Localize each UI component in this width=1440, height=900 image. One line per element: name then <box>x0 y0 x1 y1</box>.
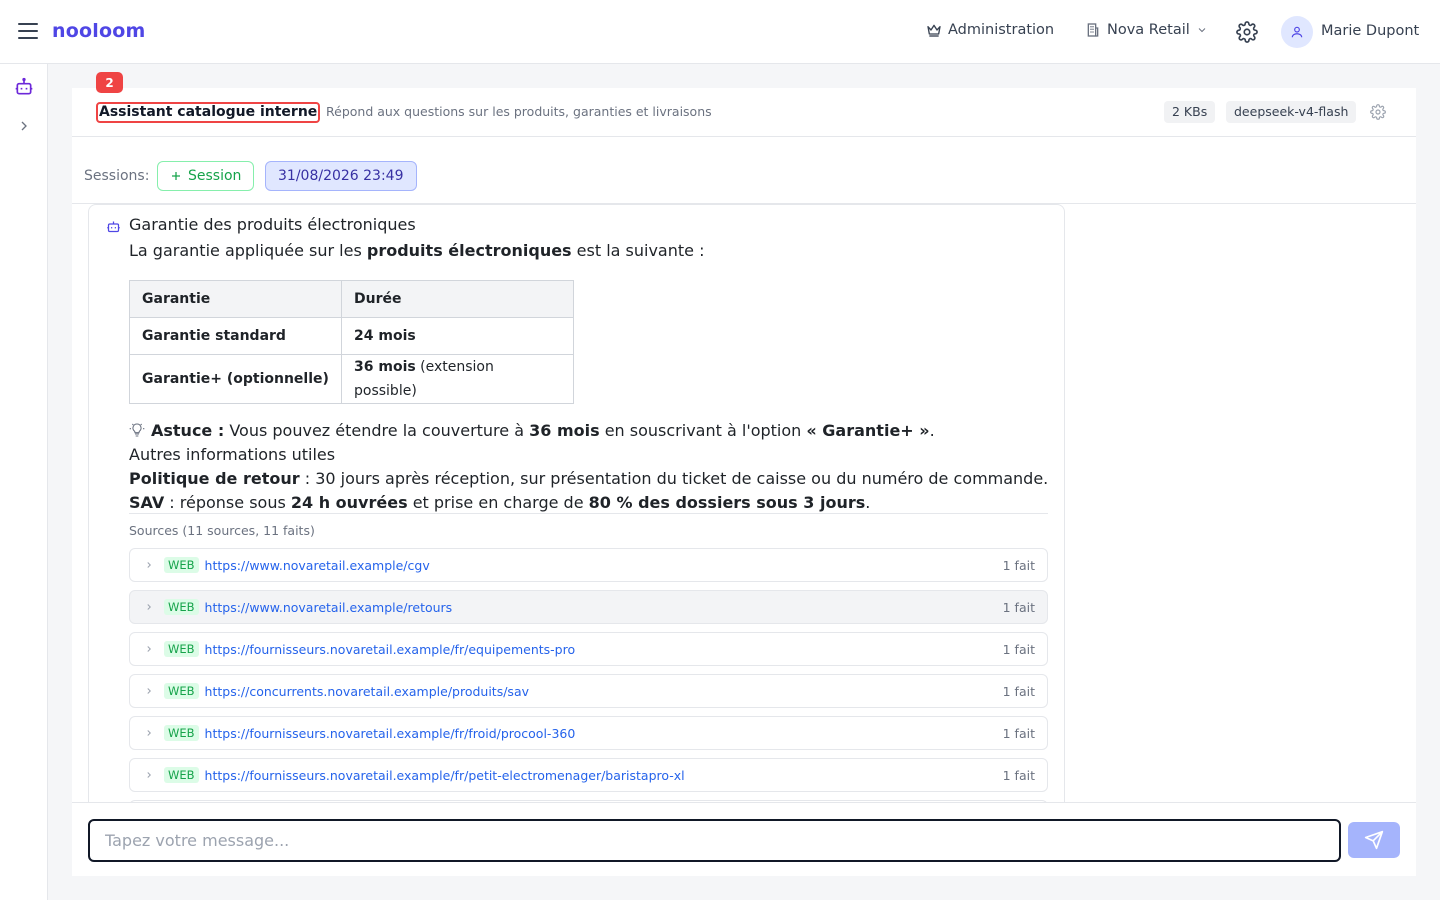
table-cell: 24 mois <box>341 317 574 355</box>
source-fact-count: 1 fait <box>1002 725 1035 741</box>
message-composer <box>72 802 1416 876</box>
agent-title[interactable]: Assistant catalogue interne <box>96 102 321 123</box>
source-fact-count: 1 fait <box>1002 557 1035 573</box>
chevron-right-icon <box>147 604 151 610</box>
notification-badge: 2 <box>96 72 123 93</box>
source-item[interactable]: WEB https://concurrents.novaretail.examp… <box>129 674 1048 708</box>
table-header-row: Garantie Durée <box>129 280 574 318</box>
send-icon <box>1364 830 1384 850</box>
assistant-message: Garantie des produits électroniques La g… <box>88 204 1065 844</box>
crown-icon <box>927 24 941 37</box>
user-icon <box>1291 26 1303 38</box>
chevron-right-icon <box>147 562 151 568</box>
source-fact-count: 1 fait <box>1002 641 1035 657</box>
table-header-cell: Durée <box>341 280 574 318</box>
top-bar: nooloom Administration Nova Retail Marie… <box>0 0 1440 64</box>
guarantee-table: Garantie Durée Garantie standard 24 mois… <box>129 280 574 404</box>
brand-logo[interactable]: nooloom <box>52 20 145 42</box>
source-type-badge: WEB <box>164 557 199 573</box>
chevron-down-icon <box>1198 28 1206 33</box>
menu-icon[interactable] <box>18 23 38 41</box>
message-input[interactable] <box>88 819 1341 862</box>
tip-line: Astuce : Vous pouvez étendre la couvertu… <box>129 419 1054 443</box>
source-fact-count: 1 fait <box>1002 599 1035 615</box>
table-cell: Garantie+ (optionnelle) <box>129 354 342 404</box>
sessions-bar: Sessions: Session 31/08/2026 23:49 <box>72 137 1416 204</box>
chevron-right-icon <box>147 772 151 778</box>
message-intro: La garantie appliquée sur les produits é… <box>129 241 705 260</box>
left-rail <box>0 64 48 900</box>
source-item[interactable]: WEB https://fournisseurs.novaretail.exam… <box>129 758 1048 792</box>
source-url-link[interactable]: https://fournisseurs.novaretail.example/… <box>205 642 576 657</box>
chevron-right-icon <box>147 688 151 694</box>
model-chip[interactable]: deepseek-v4-flash <box>1226 101 1357 123</box>
source-type-badge: WEB <box>164 725 199 741</box>
source-url-link[interactable]: https://www.novaretail.example/retours <box>205 600 453 615</box>
message-title: Garantie des produits électroniques <box>129 215 416 234</box>
message-body: La garantie appliquée sur les produits é… <box>129 239 1054 515</box>
table-row: Garantie+ (optionnelle) 36 mois (extensi… <box>129 354 574 404</box>
sources-section: Sources (11 sources, 11 faits) WEB https… <box>129 513 1048 834</box>
agent-settings-gear-icon[interactable] <box>1370 104 1386 120</box>
administration-link[interactable]: Administration <box>926 22 1054 38</box>
agent-header: Assistant catalogue interne Répond aux q… <box>72 88 1416 137</box>
source-url-link[interactable]: https://fournisseurs.novaretail.example/… <box>205 768 685 783</box>
active-session-button[interactable]: 31/08/2026 23:49 <box>265 161 417 191</box>
administration-label: Administration <box>948 22 1055 38</box>
user-name[interactable]: Marie Dupont <box>1321 23 1419 39</box>
chevron-right-icon[interactable] <box>16 118 32 134</box>
organization-selector[interactable]: Nova Retail <box>1085 22 1208 38</box>
new-session-label: Session <box>188 168 242 184</box>
bot-icon[interactable] <box>14 77 34 97</box>
bot-icon <box>107 221 120 233</box>
gear-icon[interactable] <box>1236 21 1258 43</box>
sources-label: Sources (11 sources, 11 faits) <box>129 523 315 538</box>
source-type-badge: WEB <box>164 599 199 615</box>
source-url-link[interactable]: https://concurrents.novaretail.example/p… <box>205 684 529 699</box>
building-icon <box>1087 23 1099 37</box>
source-url-link[interactable]: https://fournisseurs.novaretail.example/… <box>205 726 576 741</box>
avatar[interactable] <box>1281 16 1313 48</box>
other-info-heading: Autres informations utiles <box>129 445 336 464</box>
table-cell: Garantie standard <box>129 317 342 355</box>
source-type-badge: WEB <box>164 641 199 657</box>
source-item[interactable]: WEB https://www.novaretail.example/retou… <box>129 590 1048 624</box>
chat-panel: Assistant catalogue interne Répond aux q… <box>72 88 1416 876</box>
table-header-cell: Garantie <box>129 280 342 318</box>
lightbulb-icon <box>129 423 145 437</box>
chevron-right-icon <box>147 646 151 652</box>
new-session-button[interactable]: Session <box>157 161 255 191</box>
table-row: Garantie standard 24 mois <box>129 317 574 355</box>
chevron-right-icon <box>147 730 151 736</box>
source-type-badge: WEB <box>164 683 199 699</box>
table-cell: 36 mois (extension possible) <box>341 354 574 404</box>
agent-description: Répond aux questions sur les produits, g… <box>326 104 712 119</box>
sessions-label: Sessions: <box>84 168 150 184</box>
organization-label: Nova Retail <box>1107 22 1190 38</box>
source-item[interactable]: WEB https://www.novaretail.example/cgv 1… <box>129 548 1048 582</box>
sav-line: SAV : réponse sous 24 h ouvrées et prise… <box>129 493 871 512</box>
knowledge-base-chip[interactable]: 2 KBs <box>1164 101 1216 123</box>
source-fact-count: 1 fait <box>1002 767 1035 783</box>
send-button[interactable] <box>1348 822 1400 858</box>
source-fact-count: 1 fait <box>1002 683 1035 699</box>
plus-icon <box>172 172 180 180</box>
source-item[interactable]: WEB https://fournisseurs.novaretail.exam… <box>129 716 1048 750</box>
return-policy-line: Politique de retour : 30 jours après réc… <box>129 469 1049 488</box>
source-url-link[interactable]: https://www.novaretail.example/cgv <box>205 558 430 573</box>
source-item[interactable]: WEB https://fournisseurs.novaretail.exam… <box>129 632 1048 666</box>
source-type-badge: WEB <box>164 767 199 783</box>
